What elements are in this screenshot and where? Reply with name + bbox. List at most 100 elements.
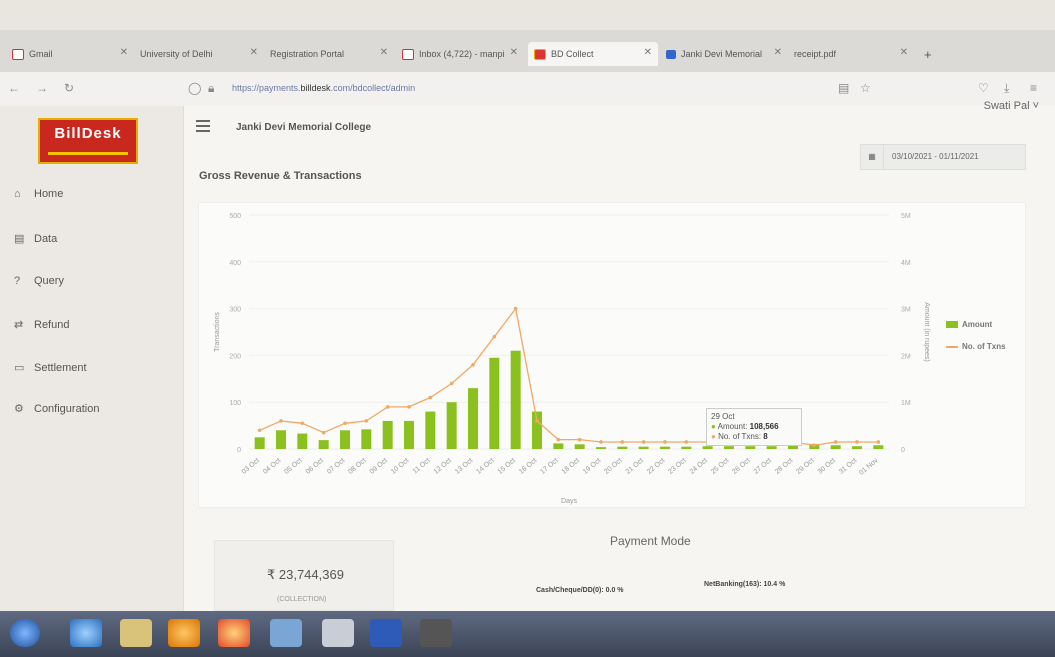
x-tick-label: 16 Oct	[518, 457, 538, 476]
photos-icon[interactable]	[420, 619, 452, 647]
tab-registration[interactable]: Registration Portal ✕	[264, 42, 394, 66]
sidebar-item-data[interactable]: ▤ Data	[14, 232, 57, 246]
close-icon[interactable]: ✕	[250, 47, 258, 58]
word-icon[interactable]	[370, 619, 402, 647]
sidebar-item-label: Home	[34, 188, 64, 200]
new-tab-button[interactable]: +	[918, 42, 942, 66]
point-txns	[257, 428, 262, 433]
home-icon: ⌂	[14, 188, 21, 200]
sidebar-item-settlement[interactable]: ▭ Settlement	[14, 361, 87, 375]
forward-arrow-icon[interactable]: →	[36, 81, 48, 95]
notepad-icon[interactable]	[322, 619, 354, 647]
date-range-picker[interactable]: ▦ 03/10/2021 - 01/11/2021	[860, 144, 1026, 170]
sidebar-item-label: Settlement	[34, 361, 87, 374]
internet-explorer-icon[interactable]	[70, 619, 102, 647]
close-icon[interactable]: ✕	[644, 47, 652, 58]
close-icon[interactable]: ✕	[380, 47, 388, 58]
y-tick-right: 5M	[901, 213, 911, 220]
x-tick-label: 04 Oct	[262, 457, 282, 476]
x-tick-label: 24 Oct	[689, 457, 709, 476]
x-tick-label: 03 Oct	[241, 457, 261, 476]
shield-icon[interactable]: ◯	[188, 81, 201, 95]
legend-txns[interactable]: No. of Txns	[946, 342, 1006, 351]
tab-label: University of Delhi	[140, 49, 213, 59]
x-tick-label: 25 Oct	[710, 457, 730, 476]
bar-amount	[425, 411, 436, 449]
x-tick-label: 13 Oct	[454, 457, 474, 476]
url-text[interactable]: https://payments.billdesk.com/bdcollect/…	[232, 83, 415, 93]
bar-amount	[340, 430, 350, 449]
menu-icon[interactable]: ≡	[1030, 81, 1037, 95]
tab-label: Janki Devi Memorial	[681, 49, 763, 59]
x-tick-label: 18 Oct	[561, 457, 581, 476]
hamburger-menu-icon[interactable]	[196, 120, 210, 132]
payment-mode-title: Payment Mode	[610, 534, 691, 548]
y-tick-left: 200	[229, 353, 241, 360]
tab-label: receipt.pdf	[794, 49, 837, 59]
legend-amount[interactable]: Amount	[946, 320, 992, 329]
point-txns	[812, 443, 817, 448]
sidebar-item-home[interactable]: ⌂ Home	[14, 188, 63, 200]
close-icon[interactable]: ✕	[774, 47, 782, 58]
x-tick-label: 27 Oct	[753, 457, 773, 476]
tab-label: BD Collect	[551, 49, 594, 59]
document-icon: ▤	[14, 233, 25, 245]
user-menu[interactable]: Swati Pal ˅	[984, 100, 1039, 112]
tab-janki-devi[interactable]: Janki Devi Memorial ✕	[660, 42, 788, 66]
x-tick-label: 19 Oct	[582, 457, 602, 476]
close-icon[interactable]: ✕	[120, 47, 128, 58]
y-tick-right: 1M	[901, 400, 911, 407]
sidebar-item-refund[interactable]: ⇄ Refund	[14, 318, 69, 332]
download-icon[interactable]: ⤓	[1004, 81, 1009, 96]
start-button[interactable]	[10, 619, 40, 647]
file-explorer-icon[interactable]	[120, 619, 152, 647]
point-txns	[492, 334, 497, 339]
college-name: Janki Devi Memorial College	[236, 122, 372, 133]
back-arrow-icon[interactable]: ←	[8, 81, 20, 95]
collection-card: ₹ 23,744,369 (COLLECTION)	[214, 540, 394, 611]
media-player-icon[interactable]	[168, 619, 200, 647]
sidebar-item-configuration[interactable]: ⚙ Configuration	[14, 402, 99, 416]
bar-amount	[297, 433, 308, 449]
x-tick-label: 01 Nov	[858, 457, 880, 477]
point-txns	[407, 405, 411, 409]
tab-label: Inbox (4,722) - manpi	[419, 49, 505, 59]
legend-line	[946, 345, 958, 348]
reader-view-icon[interactable]: ▤	[838, 81, 849, 95]
tab-inbox[interactable]: Inbox (4,722) - manpi ✕	[396, 42, 524, 66]
refund-arrows-icon: ⇄	[14, 319, 24, 331]
bar-amount	[468, 388, 478, 449]
tab-bd-collect[interactable]: BD Collect ✕	[528, 42, 658, 66]
y-tick-left: 400	[229, 260, 241, 267]
point-txns	[279, 419, 283, 423]
point-txns	[556, 437, 561, 442]
sidebar-item-query[interactable]: ? Query	[14, 275, 64, 287]
bar-amount	[254, 437, 265, 449]
collection-label: (COLLECTION)	[277, 596, 327, 603]
x-tick-label: 11 Oct	[412, 457, 432, 475]
lock-icon[interactable]: 🔒︎	[208, 81, 214, 96]
point-txns	[300, 421, 305, 426]
point-txns	[641, 440, 646, 444]
bar-amount	[724, 446, 734, 449]
pocket-icon[interactable]: ♡	[978, 81, 989, 95]
x-tick-label: 06 Oct	[305, 457, 325, 476]
browser-tab-bar: Gmail ✕ University of Delhi ✕ Registrati…	[0, 30, 1055, 72]
app-icon[interactable]	[270, 619, 302, 647]
revenue-transactions-chart: 010020030040050001M2M3M4M5M03 Oct 04 Oct 0…	[214, 213, 930, 505]
close-icon[interactable]: ✕	[510, 47, 518, 58]
tab-university[interactable]: University of Delhi ✕	[134, 42, 264, 66]
firefox-icon[interactable]	[218, 619, 250, 647]
tab-receipt-pdf[interactable]: receipt.pdf ✕	[788, 42, 914, 66]
tab-gmail[interactable]: Gmail ✕	[6, 42, 134, 66]
college-favicon-icon	[666, 49, 676, 59]
x-tick-label: 21 Oct	[625, 457, 645, 476]
tooltip-txns: ● No. of Txns: 8	[711, 432, 768, 441]
reload-icon[interactable]: ↻	[64, 81, 74, 95]
bar-amount	[446, 402, 457, 449]
point-txns	[620, 440, 625, 444]
billdesk-logo[interactable]: BillDesk	[38, 118, 138, 164]
bar-amount	[382, 420, 393, 449]
bookmark-star-icon[interactable]: ☆	[860, 81, 871, 95]
close-icon[interactable]: ✕	[900, 47, 908, 58]
